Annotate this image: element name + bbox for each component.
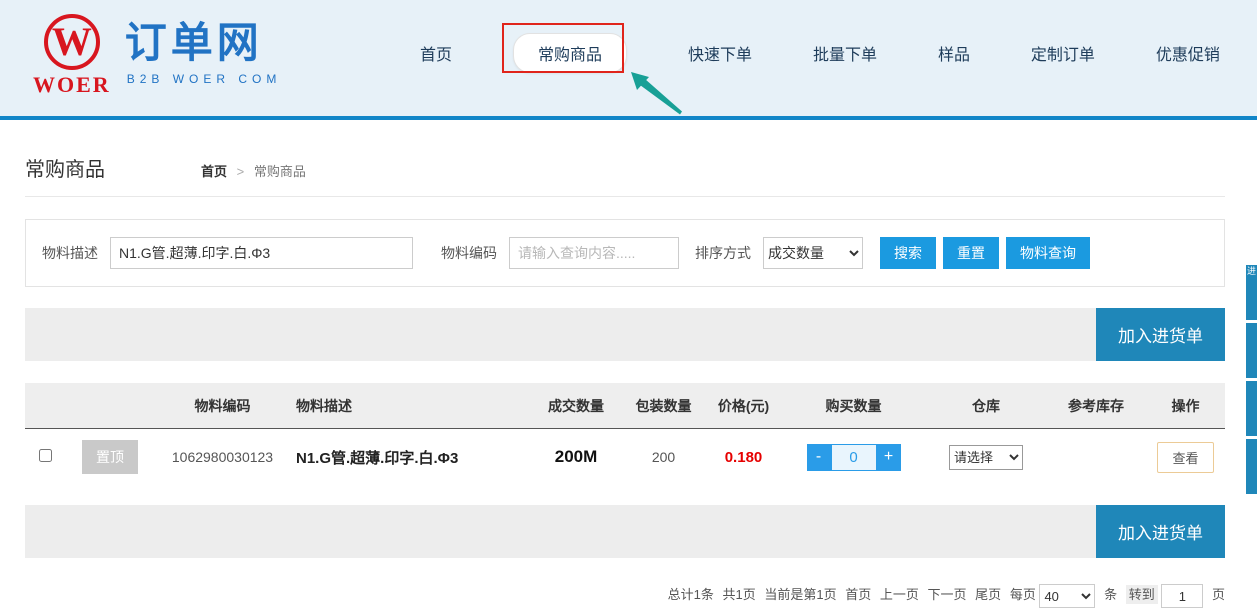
nav-item-frequent-products[interactable]: 常购商品	[513, 33, 627, 73]
breadcrumb-separator: >	[237, 164, 245, 179]
pager-last-link[interactable]: 尾页	[975, 587, 1001, 602]
per-page-select[interactable]: 40	[1039, 584, 1095, 608]
page-title: 常购商品	[25, 153, 105, 182]
sort-mode-select[interactable]: 成交数量	[763, 237, 863, 269]
side-widget-tab-1[interactable]: 进	[1246, 265, 1257, 320]
pager-total: 总计1条	[668, 587, 714, 602]
table-header-row: 物料编码 物料描述 成交数量 包装数量 价格(元) 购买数量 仓库 参考库存 操…	[25, 383, 1225, 429]
view-button[interactable]: 查看	[1157, 442, 1213, 473]
woer-logo-icon: W	[44, 14, 100, 70]
main-nav: 首页 常购商品 快速下单 批量下单 样品 定制订单 优惠促销	[420, 33, 1220, 73]
header-material-desc: 物料描述	[290, 396, 531, 416]
per-page-label: 每页	[1010, 587, 1036, 602]
breadcrumb-home[interactable]: 首页	[201, 164, 227, 179]
search-button[interactable]: 搜索	[880, 237, 936, 269]
main-content: 常购商品 首页 > 常购商品 物料描述 物料编码 排序方式 成交数量 搜索 重置…	[25, 153, 1225, 608]
material-code-input[interactable]	[509, 237, 679, 269]
pager-pages: 共1页	[723, 587, 756, 602]
nav-item-custom-order[interactable]: 定制订单	[1031, 41, 1095, 65]
pager-first-link[interactable]: 首页	[845, 587, 871, 602]
material-desc-label: 物料描述	[42, 243, 98, 263]
pager-prev-link[interactable]: 上一页	[880, 587, 919, 602]
header-price: 价格(元)	[706, 396, 781, 416]
header: W WOER 订单网 B2B WOER COM 首页 常购商品 快速下单 批量下…	[0, 0, 1257, 120]
material-desc-input[interactable]	[110, 237, 413, 269]
quantity-stepper: - +	[807, 444, 901, 471]
side-widget-tab-2[interactable]	[1246, 323, 1257, 378]
side-widget: 进	[1246, 265, 1257, 497]
brand-logo[interactable]: W WOER 订单网 B2B WOER COM	[33, 14, 281, 98]
reset-button[interactable]: 重置	[943, 237, 999, 269]
woer-logo-mark: W WOER	[33, 14, 111, 98]
breadcrumb: 首页 > 常购商品	[201, 161, 306, 180]
header-buy-qty: 购买数量	[781, 396, 926, 416]
side-widget-tab-4[interactable]	[1246, 439, 1257, 494]
product-table: 物料编码 物料描述 成交数量 包装数量 价格(元) 购买数量 仓库 参考库存 操…	[25, 383, 1225, 485]
nav-item-home[interactable]: 首页	[420, 41, 452, 65]
cell-material-desc: N1.G管.超薄.印字.白.Φ3	[290, 447, 531, 468]
breadcrumb-current: 常购商品	[254, 164, 306, 179]
woer-logo-text: WOER	[33, 72, 111, 98]
material-code-label: 物料编码	[441, 243, 497, 263]
header-operation: 操作	[1146, 396, 1225, 416]
material-query-button[interactable]: 物料查询	[1006, 237, 1090, 269]
pin-top-button[interactable]: 置顶	[82, 440, 138, 474]
qty-minus-button[interactable]: -	[807, 444, 831, 471]
side-widget-tab-3[interactable]	[1246, 381, 1257, 436]
cell-pack-qty: 200	[621, 449, 706, 465]
annotation-arrow-icon	[628, 70, 686, 116]
add-to-cart-button-bottom[interactable]: 加入进货单	[1096, 505, 1225, 558]
bottom-action-bar: 加入进货单	[25, 505, 1225, 558]
nav-item-bulk-order[interactable]: 批量下单	[813, 41, 877, 65]
pagination: 总计1条 共1页 当前是第1页 首页 上一页 下一页 尾页 每页 40 条 转到…	[25, 584, 1225, 608]
header-pack-qty: 包装数量	[621, 396, 706, 416]
header-deal-qty: 成交数量	[531, 396, 621, 416]
header-warehouse: 仓库	[926, 396, 1046, 416]
goto-page-input[interactable]	[1161, 584, 1203, 608]
cell-deal-qty: 200M	[531, 447, 621, 467]
nav-item-promotions[interactable]: 优惠促销	[1156, 41, 1220, 65]
nav-item-quick-order[interactable]: 快速下单	[688, 41, 752, 65]
cell-price: 0.180	[706, 449, 781, 466]
top-action-bar: 加入进货单	[25, 308, 1225, 361]
sort-mode-label: 排序方式	[695, 243, 751, 263]
qty-plus-button[interactable]: +	[877, 444, 901, 471]
site-name: 订单网	[125, 20, 282, 66]
cell-material-code: 1062980030123	[155, 449, 290, 465]
filter-panel: 物料描述 物料编码 排序方式 成交数量 搜索 重置 物料查询	[25, 219, 1225, 287]
header-material-code: 物料编码	[155, 396, 290, 416]
goto-label: 转到	[1126, 585, 1158, 604]
qty-input[interactable]	[831, 444, 877, 471]
site-subtitle: B2B WOER COM	[127, 72, 282, 86]
nav-item-samples[interactable]: 样品	[938, 41, 970, 65]
per-page-unit: 条	[1104, 587, 1117, 602]
warehouse-select[interactable]: 请选择	[949, 445, 1023, 470]
pager-next-link[interactable]: 下一页	[928, 587, 967, 602]
header-ref-stock: 参考库存	[1046, 396, 1146, 416]
row-checkbox[interactable]	[39, 449, 52, 462]
add-to-cart-button-top[interactable]: 加入进货单	[1096, 308, 1225, 361]
goto-page-unit: 页	[1212, 587, 1225, 602]
pager-current: 当前是第1页	[764, 587, 836, 602]
table-row: 置顶 1062980030123 N1.G管.超薄.印字.白.Φ3 200M 2…	[25, 429, 1225, 485]
